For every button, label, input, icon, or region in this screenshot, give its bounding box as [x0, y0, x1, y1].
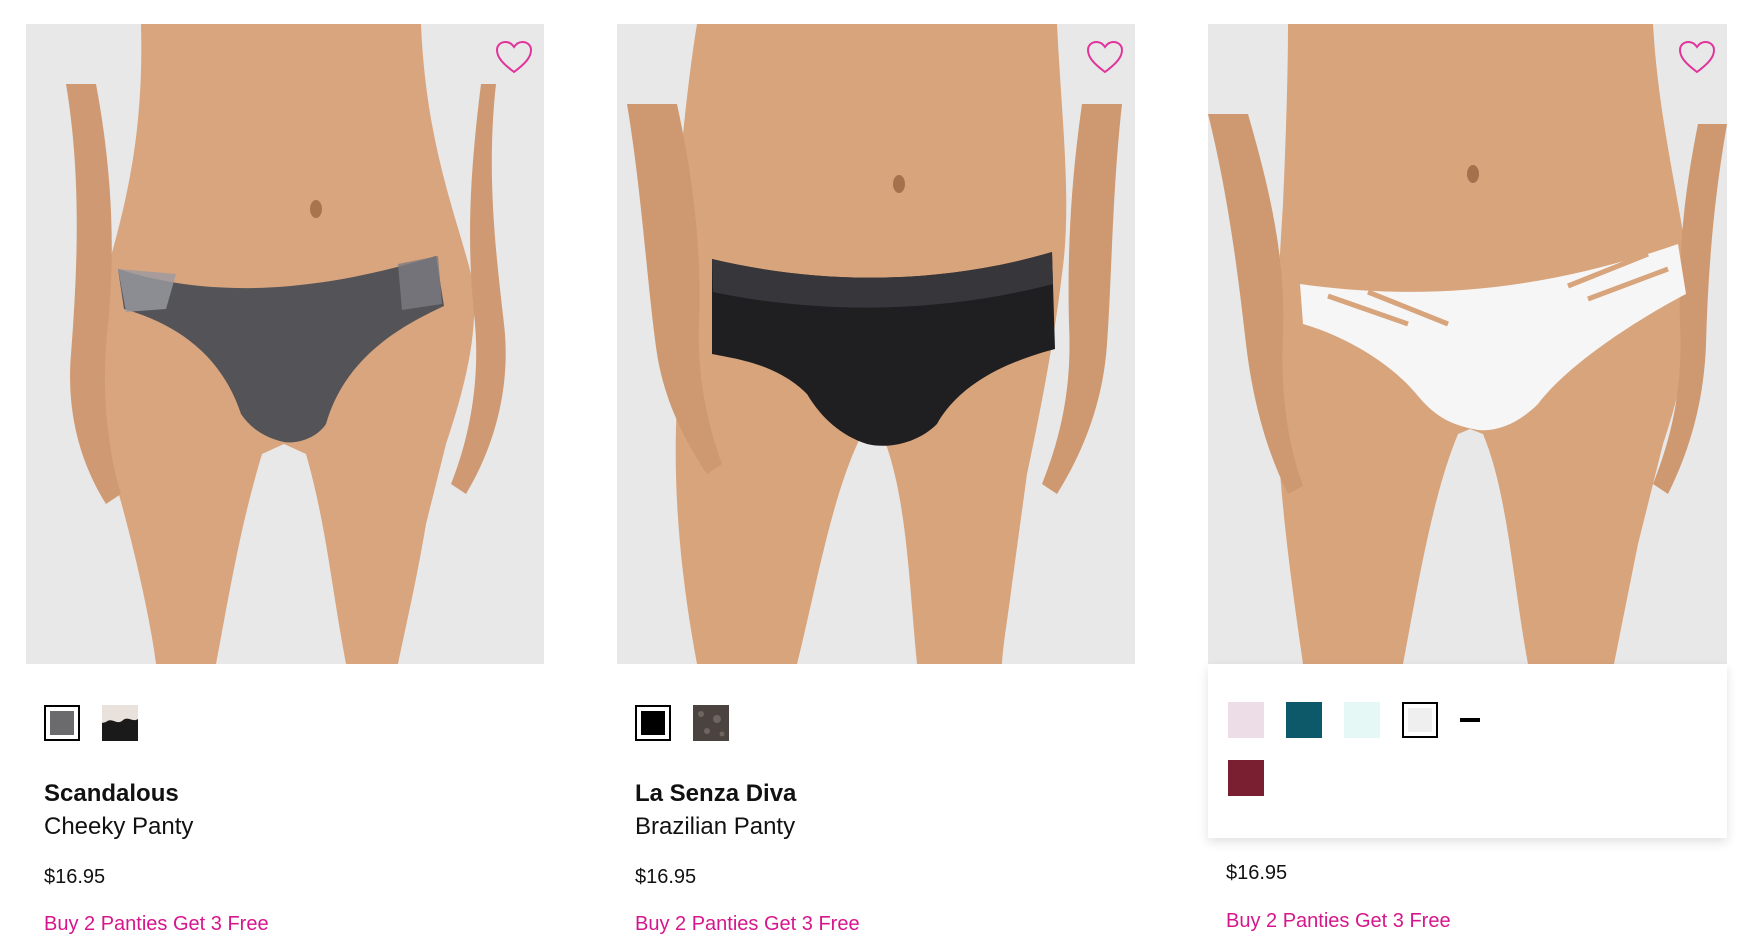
wishlist-heart-icon[interactable] [1083, 36, 1127, 80]
product-subtitle[interactable]: Brazilian Panty [635, 813, 795, 841]
product-price: $16.95 [635, 866, 697, 888]
product-image[interactable] [26, 24, 544, 664]
product-price: $16.95 [1226, 862, 1288, 884]
swatch-burgundy[interactable] [1228, 760, 1264, 796]
promo-link[interactable]: Buy 2 Panties Get 3 Free [1226, 910, 1451, 933]
wishlist-heart-icon[interactable] [492, 36, 536, 80]
swatch-grey[interactable] [44, 705, 80, 741]
swatch-black[interactable] [635, 705, 671, 741]
wishlist-heart-icon[interactable] [1675, 36, 1719, 80]
product-photo [617, 24, 1135, 664]
promo-link[interactable]: Buy 2 Panties Get 3 Free [635, 913, 860, 936]
color-swatches [635, 705, 751, 741]
swatch-light-pink[interactable] [1228, 702, 1264, 738]
product-image[interactable] [617, 24, 1135, 664]
promo-link[interactable]: Buy 2 Panties Get 3 Free [44, 913, 269, 936]
product-subtitle[interactable]: Cheeky Panty [44, 813, 193, 841]
color-swatches [44, 705, 160, 741]
product-photo [26, 24, 544, 664]
swatch-teal[interactable] [1286, 702, 1322, 738]
product-image[interactable] [1208, 24, 1727, 664]
swatch-black-lace[interactable] [102, 705, 138, 741]
color-swatches [1228, 702, 1648, 818]
minus-icon[interactable] [1460, 718, 1480, 722]
swatch-white[interactable] [1402, 702, 1438, 738]
swatch-dark-lace[interactable] [693, 705, 729, 741]
swatch-mint[interactable] [1344, 702, 1380, 738]
product-price: $16.95 [44, 866, 106, 888]
product-grid: Scandalous Cheeky Panty $16.95 Buy 2 Pan… [0, 0, 1758, 942]
product-title[interactable]: La Senza Diva [635, 780, 796, 808]
product-photo [1208, 24, 1727, 664]
product-title[interactable]: Scandalous [44, 780, 179, 808]
